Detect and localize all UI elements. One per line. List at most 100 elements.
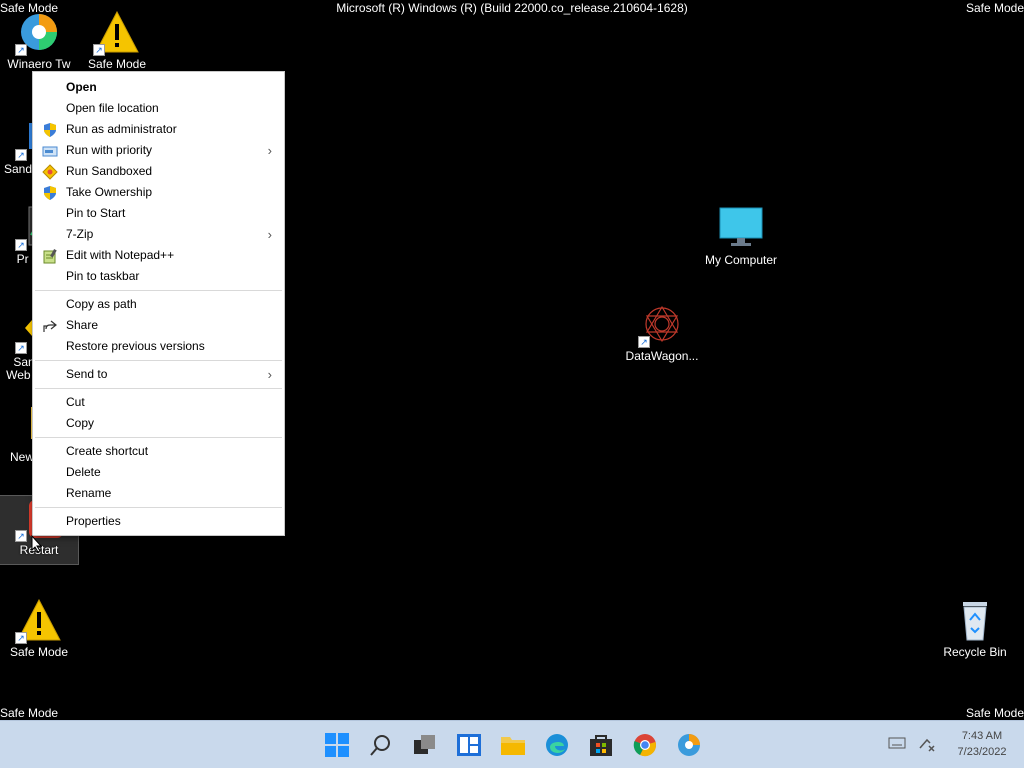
menu-item-delete[interactable]: Delete [33, 462, 284, 483]
safe-mode-label-bottom-left: Safe Mode [0, 706, 59, 720]
shortcut-arrow-icon: ↗ [15, 530, 27, 542]
desktop-icon-my-computer[interactable]: My Computer [702, 206, 780, 267]
keyboard-icon[interactable] [888, 736, 906, 755]
safe-mode-label-bottom-right: Safe Mode [965, 706, 1024, 720]
sandboxie-icon [42, 164, 58, 180]
menu-item-label: Open file location [66, 101, 159, 115]
shortcut-arrow-icon: ↗ [15, 342, 27, 354]
menu-item-label: Copy [66, 416, 95, 430]
desktop-icon-label: Safe Mode [87, 57, 147, 71]
shortcut-arrow-icon: ↗ [15, 149, 27, 161]
menu-item-label: Open [66, 80, 97, 94]
clock[interactable]: 7:43 AM 7/23/2022 [944, 728, 1020, 760]
chrome-button[interactable] [632, 732, 658, 758]
menu-separator [35, 360, 282, 361]
taskbar: 7:43 AM 7/23/2022 [0, 720, 1024, 768]
edge-icon [546, 734, 568, 756]
task-view-button[interactable] [412, 732, 438, 758]
clock-date: 7/23/2022 [957, 746, 1007, 758]
datawagon-icon: ↗ [638, 302, 686, 348]
desktop-icon-label: DataWagon... [625, 349, 699, 363]
uac-shield-icon [42, 185, 58, 201]
edge-button[interactable] [544, 732, 570, 758]
search-button[interactable] [368, 732, 394, 758]
monitor-icon [717, 206, 765, 252]
menu-item-open[interactable]: Open [33, 77, 284, 98]
priority-icon [42, 143, 58, 159]
menu-item-run-with-priority[interactable]: Run with priority › [33, 140, 284, 161]
menu-item-copy-as-path[interactable]: Copy as path [33, 294, 284, 315]
menu-item-pin-to-start[interactable]: Pin to Start [33, 203, 284, 224]
widgets-button[interactable] [456, 732, 482, 758]
menu-item-run-sandboxed[interactable]: Run Sandboxed [33, 161, 284, 182]
menu-item-cut[interactable]: Cut [33, 392, 284, 413]
file-explorer-button[interactable] [500, 732, 526, 758]
clock-time: 7:43 AM [961, 730, 1003, 742]
menu-item-label: Pin to taskbar [66, 269, 140, 283]
uac-shield-icon [42, 122, 58, 138]
menu-item-label: Pin to Start [66, 206, 126, 220]
desktop-icon-safe-mode-bottom[interactable]: ↗ Safe Mode [0, 598, 78, 659]
folder-icon [501, 737, 525, 755]
menu-separator [35, 388, 282, 389]
desktop-icon-label: Safe Mode [9, 645, 69, 659]
recycle-bin-icon [951, 598, 999, 644]
menu-item-label: Take Ownership [66, 185, 153, 199]
warning-icon: ↗ [15, 598, 63, 644]
menu-item-label: Rename [66, 486, 112, 500]
menu-item-label: Send to [66, 367, 108, 381]
store-button[interactable] [588, 732, 614, 758]
menu-item-properties[interactable]: Properties [33, 511, 284, 532]
chevron-right-icon: › [267, 143, 272, 158]
menu-item-label: Create shortcut [66, 444, 149, 458]
menu-item-label: 7-Zip [66, 227, 94, 241]
shortcut-arrow-icon: ↗ [93, 44, 105, 56]
menu-item-label: Properties [66, 514, 121, 528]
menu-item-label: Restore previous versions [66, 339, 205, 353]
menu-item-restore-previous-versions[interactable]: Restore previous versions [33, 336, 284, 357]
shortcut-arrow-icon: ↗ [15, 632, 27, 644]
menu-item-create-shortcut[interactable]: Create shortcut [33, 441, 284, 462]
chevron-right-icon: › [267, 227, 272, 242]
menu-item-edit-with-notepadpp[interactable]: Edit with Notepad++ [33, 245, 284, 266]
menu-item-run-as-administrator[interactable]: Run as administrator [33, 119, 284, 140]
menu-separator [35, 437, 282, 438]
menu-item-copy[interactable]: Copy [33, 413, 284, 434]
context-menu: Open Open file location Run as administr… [32, 71, 285, 536]
share-icon [42, 318, 58, 334]
winaero-taskbar-button[interactable] [676, 732, 702, 758]
menu-separator [35, 507, 282, 508]
menu-item-share[interactable]: Share [33, 315, 284, 336]
mouse-cursor-icon [31, 535, 43, 553]
menu-item-take-ownership[interactable]: Take Ownership [33, 182, 284, 203]
menu-item-label: Share [66, 318, 99, 332]
shortcut-arrow-icon: ↗ [15, 44, 27, 56]
widgets-icon [457, 734, 481, 756]
winaero-icon [678, 734, 700, 756]
desktop-icon-label: Recycle Bin [943, 645, 1007, 659]
desktop-icon-recycle-bin[interactable]: Recycle Bin [936, 598, 1014, 659]
search-icon [370, 735, 390, 756]
menu-item-label: Delete [66, 465, 101, 479]
desktop-icon-label: My Computer [704, 253, 778, 267]
notepadpp-icon [42, 248, 58, 264]
chevron-right-icon: › [267, 367, 272, 382]
network-disconnected-icon[interactable] [918, 736, 936, 757]
menu-item-rename[interactable]: Rename [33, 483, 284, 504]
desktop-icon-winaero[interactable]: ↗ Winaero Tw [0, 10, 78, 71]
start-button[interactable] [324, 732, 350, 758]
menu-separator [35, 290, 282, 291]
menu-item-pin-to-taskbar[interactable]: Pin to taskbar [33, 266, 284, 287]
menu-item-label: Run with priority [66, 143, 153, 157]
menu-item-label: Edit with Notepad++ [66, 248, 175, 262]
menu-item-7zip[interactable]: 7-Zip › [33, 224, 284, 245]
desktop-icon-safe-mode-top[interactable]: ↗ Safe Mode [78, 10, 156, 71]
desktop-icon-label: Winaero Tw [7, 57, 71, 71]
warning-icon: ↗ [93, 10, 141, 56]
windows-logo-icon [325, 733, 349, 757]
menu-item-send-to[interactable]: Send to › [33, 364, 284, 385]
desktop-icon-datawagon[interactable]: ↗ DataWagon... [623, 302, 701, 363]
shortcut-arrow-icon: ↗ [15, 239, 27, 251]
menu-item-label: Cut [66, 395, 85, 409]
menu-item-open-file-location[interactable]: Open file location [33, 98, 284, 119]
